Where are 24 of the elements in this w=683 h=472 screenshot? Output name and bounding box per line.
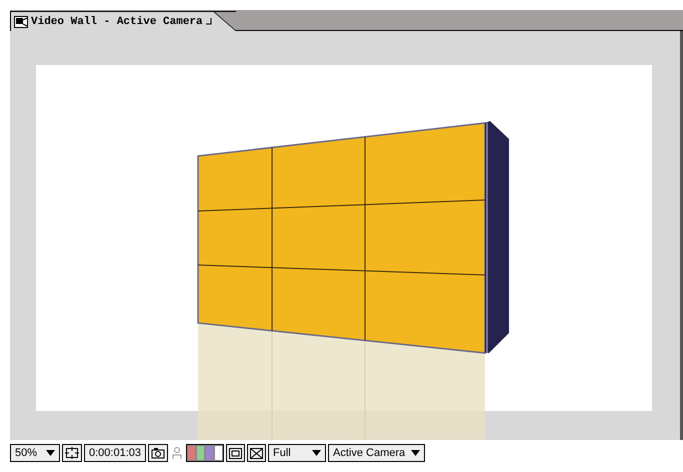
snapshot-button[interactable] bbox=[148, 444, 168, 462]
caret-icon bbox=[411, 450, 420, 456]
resolution-dropdown[interactable]: Full bbox=[268, 444, 326, 462]
window-title: Video Wall - Active Camera bbox=[31, 16, 203, 28]
frame-icon bbox=[65, 447, 79, 459]
channel-swatch[interactable] bbox=[196, 445, 205, 461]
person-icon[interactable] bbox=[172, 446, 182, 460]
composition-icon bbox=[14, 16, 28, 28]
tab-menu-icon[interactable] bbox=[206, 18, 212, 25]
safe-margins-button[interactable] bbox=[62, 444, 82, 462]
transparency-button[interactable] bbox=[247, 444, 266, 462]
composition-tab[interactable]: Video Wall - Active Camera bbox=[10, 11, 236, 31]
channel-swatch[interactable] bbox=[187, 445, 196, 461]
region-button[interactable] bbox=[226, 444, 245, 462]
camera-icon bbox=[151, 447, 165, 459]
window-icon bbox=[229, 448, 242, 458]
channel-swatch[interactable] bbox=[214, 445, 223, 461]
caret-icon bbox=[312, 450, 321, 456]
crossed-box-icon bbox=[250, 448, 263, 458]
channel-swatch[interactable] bbox=[205, 445, 214, 461]
view-dropdown[interactable]: Active Camera bbox=[328, 444, 426, 462]
timecode-button[interactable]: 0:00:01:03 bbox=[84, 444, 146, 462]
zoom-dropdown[interactable]: 50% bbox=[10, 444, 60, 462]
caret-icon bbox=[46, 450, 55, 456]
